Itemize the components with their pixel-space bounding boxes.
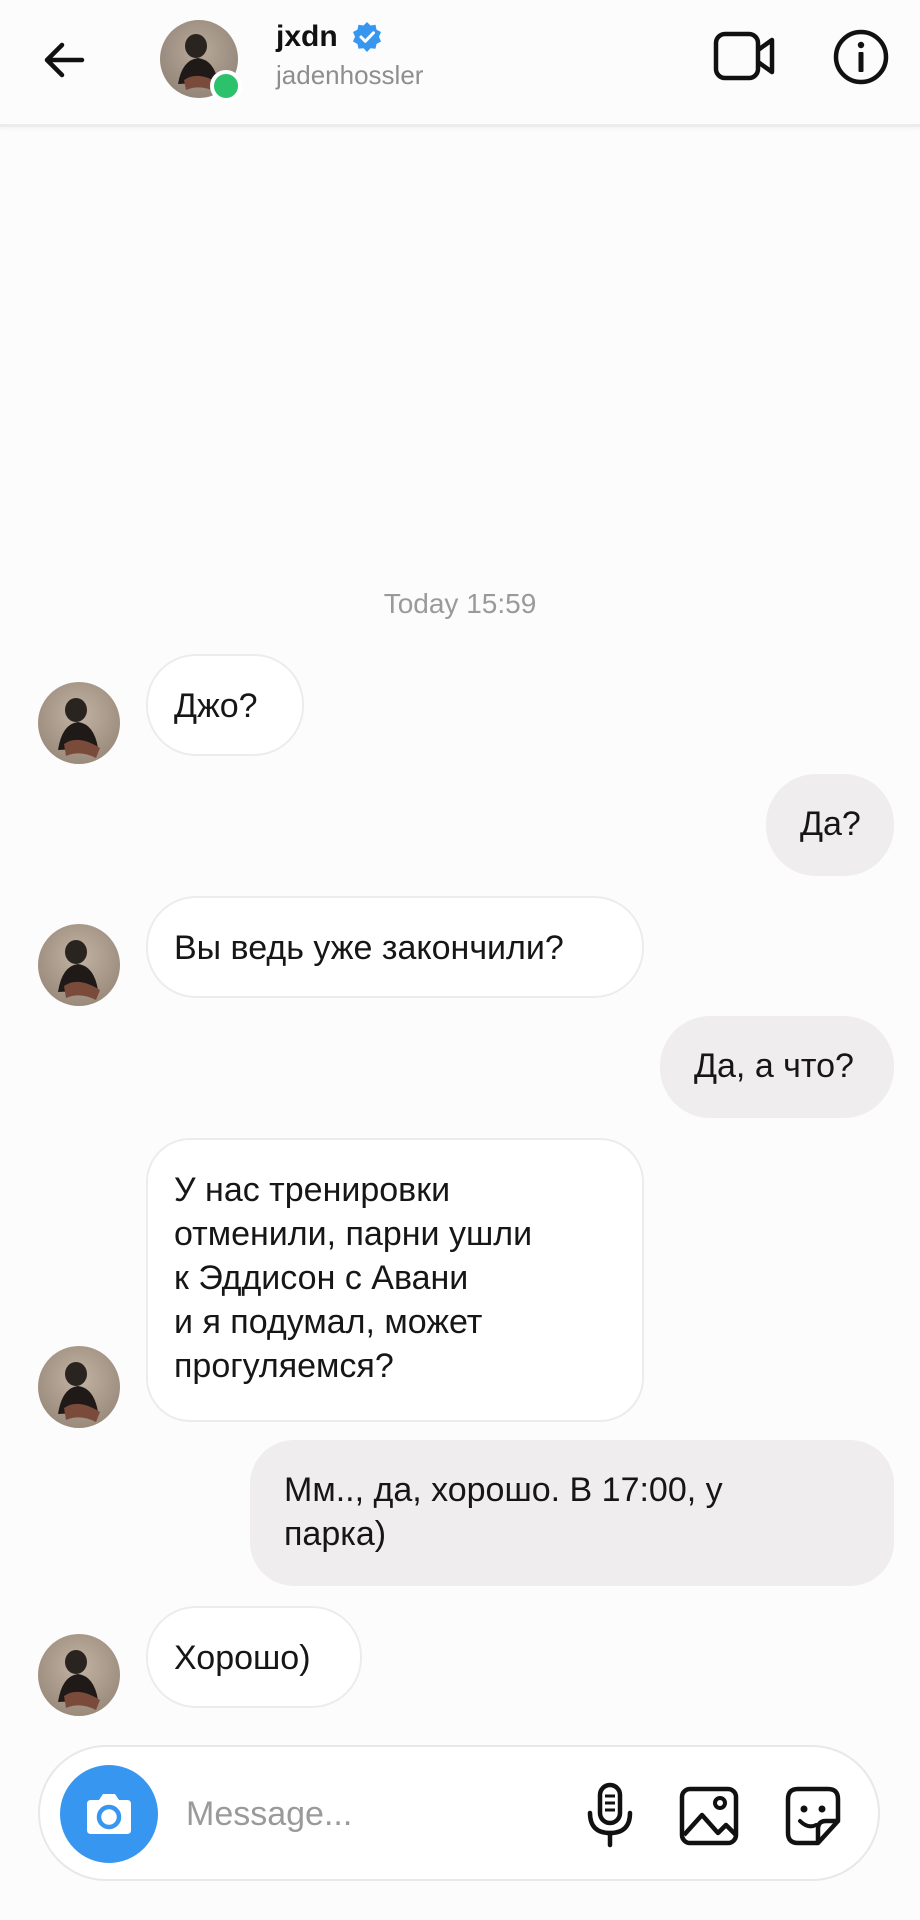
sticker-button[interactable] bbox=[778, 1781, 848, 1851]
message-text: Хорошо) bbox=[174, 1639, 311, 1677]
microphone-icon bbox=[587, 1782, 633, 1848]
message-line: прогуляемся? bbox=[174, 1347, 394, 1385]
message-text: Да, а что? bbox=[694, 1047, 854, 1085]
gallery-icon bbox=[679, 1786, 739, 1846]
sender-avatar[interactable] bbox=[38, 924, 120, 1006]
sticker-icon bbox=[785, 1786, 841, 1846]
info-button[interactable] bbox=[832, 28, 890, 86]
message-composer bbox=[38, 1745, 880, 1881]
message-text: Джо? bbox=[174, 687, 258, 725]
back-arrow-icon bbox=[44, 42, 85, 78]
camera-icon bbox=[87, 1794, 131, 1834]
incoming-message[interactable]: Вы ведь уже закончили? bbox=[146, 896, 644, 998]
message-line: отменили, парни ушли bbox=[174, 1215, 533, 1253]
message-line: Мм.., да, хорошо. В 17:00, у bbox=[284, 1471, 723, 1509]
sender-avatar[interactable] bbox=[38, 1346, 120, 1428]
message-line: к Эддисон с Авани bbox=[174, 1259, 469, 1297]
message-line: У нас тренировки bbox=[174, 1171, 451, 1209]
message-input[interactable] bbox=[184, 1785, 568, 1843]
message-line: парка) bbox=[284, 1515, 387, 1553]
camera-button[interactable] bbox=[60, 1765, 158, 1863]
username-subtitle: jadenhossler bbox=[276, 60, 424, 90]
incoming-message[interactable]: Хорошо) bbox=[146, 1606, 362, 1708]
message-text: Вы ведь уже закончили? bbox=[174, 929, 564, 967]
sender-avatar[interactable] bbox=[38, 1634, 120, 1716]
page-title: jxdn bbox=[276, 20, 338, 53]
message-text: Да? bbox=[800, 805, 861, 843]
gallery-button[interactable] bbox=[674, 1781, 744, 1851]
outgoing-message[interactable]: Да, а что? bbox=[660, 1016, 894, 1118]
chat-header: jxdn jadenhossler bbox=[0, 0, 920, 127]
incoming-message[interactable]: У нас тренировки отменили, парни ушли к … bbox=[146, 1138, 644, 1422]
info-icon bbox=[833, 29, 889, 85]
outgoing-message[interactable]: Да? bbox=[766, 774, 894, 876]
video-call-button[interactable] bbox=[712, 28, 778, 84]
incoming-message[interactable]: Джо? bbox=[146, 654, 304, 756]
verified-badge-icon bbox=[352, 22, 381, 52]
video-call-icon bbox=[713, 31, 775, 81]
message-line: и я подумал, может bbox=[174, 1303, 483, 1341]
sender-avatar[interactable] bbox=[38, 682, 120, 764]
message-timestamp: Today 15:59 bbox=[383, 588, 537, 619]
online-status-dot bbox=[210, 70, 242, 102]
outgoing-message[interactable]: Мм.., да, хорошо. В 17:00, у парка) bbox=[250, 1440, 894, 1586]
voice-message-button[interactable] bbox=[574, 1779, 646, 1851]
header-titles[interactable]: jxdn jadenhossler bbox=[276, 20, 423, 91]
back-button[interactable] bbox=[38, 34, 90, 86]
